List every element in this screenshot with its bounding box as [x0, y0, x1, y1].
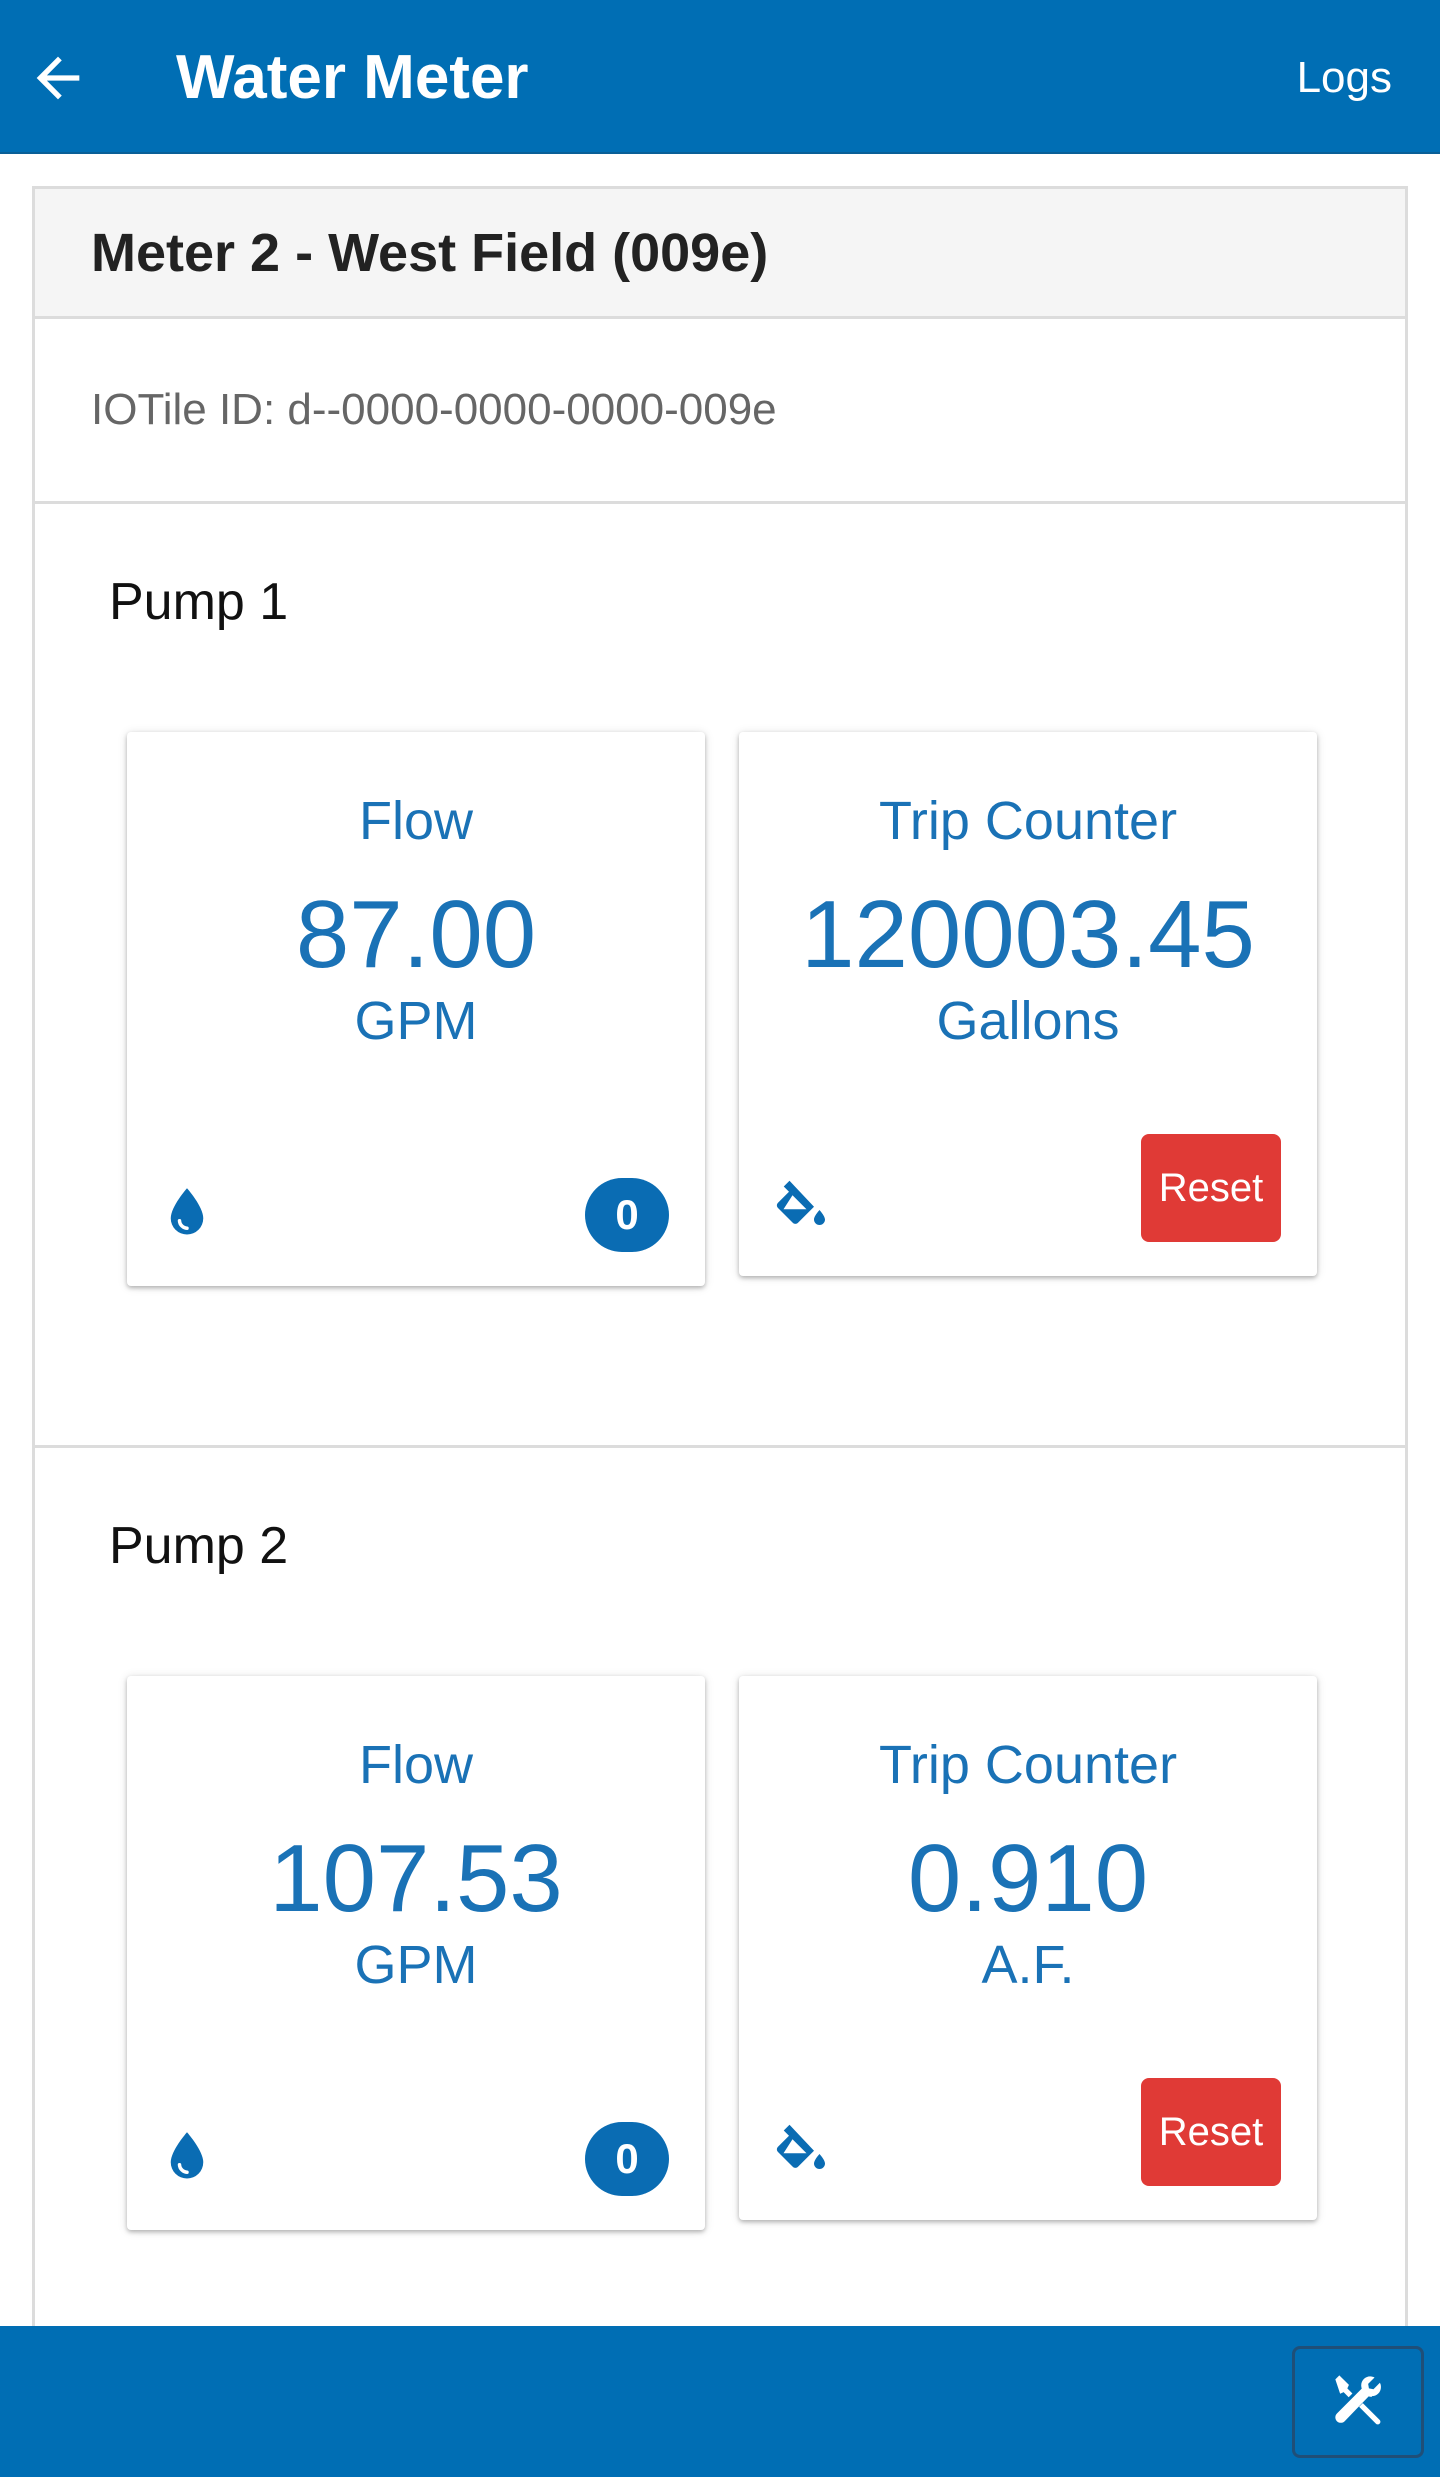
pump-section-2: Pump 2 Flow 107.53 GPM 0 Trip Counter 0.… [35, 1448, 1405, 2392]
top-app-bar: Water Meter Logs [0, 0, 1440, 154]
meter-panel: Meter 2 - West Field (009e) IOTile ID: d… [32, 186, 1408, 2326]
tools-icon [1335, 2375, 1381, 2425]
flow-card-title: Flow [358, 791, 473, 851]
trip-counter-unit: Gallons [936, 991, 1120, 1051]
flow-value: 107.53 [269, 1825, 563, 1932]
flow-card-title: Flow [358, 1735, 473, 1795]
flow-value: 87.00 [295, 881, 537, 988]
arrow-left-icon [36, 56, 80, 100]
trip-counter-value: 120003.45 [801, 881, 1255, 988]
trip-counter-value: 0.910 [907, 1825, 1149, 1932]
water-drop-icon [170, 1188, 204, 1235]
back-button[interactable] [18, 38, 98, 118]
trip-counter-title: Trip Counter [878, 791, 1178, 851]
pump-title: Pump 2 [109, 1517, 289, 1575]
meter-title: Meter 2 - West Field (009e) [35, 189, 1405, 319]
bottom-toolbar [0, 2326, 1440, 2477]
flow-card[interactable]: Flow 87.00 GPM 0 [127, 732, 705, 1286]
paint-bucket-icon [776, 2124, 825, 2169]
logs-button[interactable]: Logs [1297, 38, 1392, 118]
pump-title: Pump 1 [109, 573, 289, 631]
trip-counter-card[interactable]: Trip Counter 0.910 A.F. Reset [739, 1676, 1317, 2220]
trip-counter-title: Trip Counter [878, 1735, 1178, 1795]
flow-count-badge[interactable]: 0 [585, 1178, 669, 1252]
reset-button[interactable]: Reset [1141, 1134, 1281, 1242]
device-id: IOTile ID: d--0000-0000-0000-009e [35, 319, 1405, 504]
trip-counter-unit: A.F. [981, 1935, 1075, 1995]
tools-button[interactable] [1292, 2346, 1424, 2458]
flow-unit: GPM [354, 1935, 478, 1995]
paint-bucket-icon [776, 1180, 825, 1225]
water-drop-icon [170, 2132, 204, 2179]
trip-counter-card[interactable]: Trip Counter 120003.45 Gallons Reset [739, 732, 1317, 1276]
page-title: Water Meter [176, 43, 529, 112]
pump-section-1: Pump 1 Flow 87.00 GPM 0 Trip Counter 120… [35, 504, 1405, 1448]
flow-count-badge[interactable]: 0 [585, 2122, 669, 2196]
flow-unit: GPM [354, 991, 478, 1051]
reset-button[interactable]: Reset [1141, 2078, 1281, 2186]
flow-card[interactable]: Flow 107.53 GPM 0 [127, 1676, 705, 2230]
